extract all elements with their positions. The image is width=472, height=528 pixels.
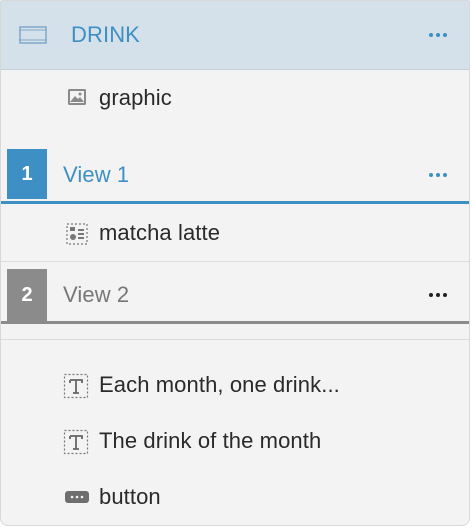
- view-2-underline: [1, 321, 469, 324]
- view-2-badge: 2: [7, 269, 47, 321]
- component-icon: [66, 223, 88, 245]
- layers-panel: DRINK graphic 1 View 1 matcha latte 2 Vi…: [0, 0, 470, 526]
- layer-drink[interactable]: DRINK: [1, 1, 469, 70]
- more-dots-icon[interactable]: [427, 167, 449, 183]
- layer-view-1[interactable]: 1 View 1: [1, 149, 469, 201]
- more-dots-icon[interactable]: [427, 27, 449, 43]
- layer-view-2[interactable]: 2 View 2: [1, 269, 469, 321]
- text-icon: [63, 373, 89, 399]
- layer-graphic-label: graphic: [99, 85, 172, 110]
- image-icon: [68, 89, 86, 105]
- layer-drink-label: DRINK: [71, 22, 140, 47]
- view-1-underline: [1, 201, 469, 204]
- layer-button-label: button: [99, 484, 161, 509]
- layer-matcha-latte[interactable]: matcha latte: [1, 205, 469, 262]
- layer-text-each-month-label: Each month, one drink...: [99, 372, 340, 397]
- more-dots-icon[interactable]: [427, 287, 449, 303]
- layer-matcha-latte-label: matcha latte: [99, 220, 221, 245]
- layer-text-each-month[interactable]: Each month, one drink...: [1, 359, 469, 411]
- divider: [1, 339, 469, 340]
- frame-icon: [19, 26, 47, 44]
- layer-view-1-label: View 1: [63, 162, 130, 187]
- view-1-badge: 1: [7, 149, 47, 199]
- layer-text-drink-of-month[interactable]: The drink of the month: [1, 415, 469, 467]
- layer-button[interactable]: button: [1, 471, 469, 523]
- text-icon: [63, 429, 89, 455]
- button-icon: [65, 491, 89, 503]
- layer-view-2-label: View 2: [63, 282, 130, 307]
- layer-text-drink-of-month-label: The drink of the month: [99, 428, 322, 453]
- layer-graphic[interactable]: graphic: [1, 71, 469, 125]
